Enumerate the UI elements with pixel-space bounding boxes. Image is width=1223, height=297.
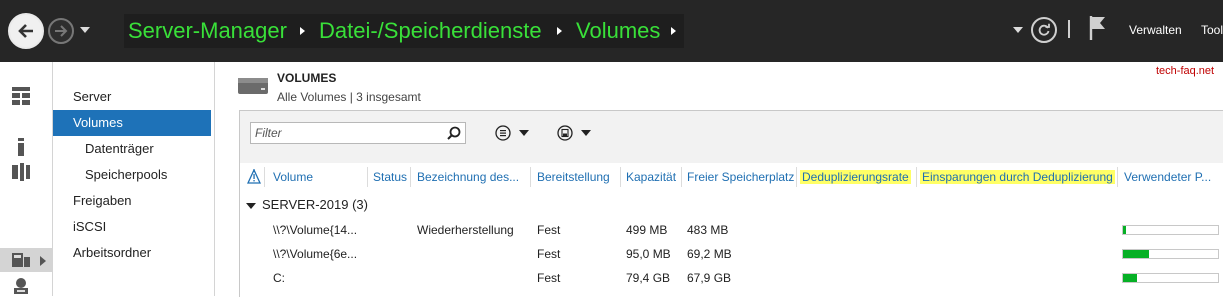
nav-item-label: Datenträger — [85, 141, 154, 156]
nav-item-label: Speicherpools — [85, 167, 168, 182]
arrow-right-icon — [55, 25, 68, 37]
nav-item-label: iSCSI — [73, 219, 107, 234]
local-server-icon[interactable] — [12, 138, 30, 156]
page-subtitle: Alle Volumes | 3 insgesamt — [277, 90, 421, 104]
flag-icon[interactable] — [1088, 14, 1108, 42]
nav-item-label: Server — [73, 89, 112, 104]
menu-tools[interactable]: Tool — [1201, 23, 1223, 37]
cell-capacity: 499 MB — [626, 223, 668, 237]
watermark-text: tech-faq.net — [1156, 65, 1215, 77]
volumes-tile: Volume Status Bezeichnung des... Bereits… — [239, 110, 1223, 297]
column-divider — [530, 167, 531, 187]
warning-icon[interactable] — [247, 169, 261, 185]
breadcrumb-separator-icon — [300, 27, 305, 35]
usage-bar-fill — [1123, 274, 1138, 282]
column-divider — [1117, 167, 1118, 187]
usage-bar-fill — [1123, 226, 1126, 234]
dashboard-icon[interactable] — [12, 87, 30, 105]
filter-box[interactable] — [250, 122, 466, 144]
forward-button[interactable] — [48, 18, 74, 44]
usage-bar-fill — [1123, 250, 1149, 258]
chevron-down-icon — [519, 130, 529, 136]
main-content: VOLUMES Alle Volumes | 3 insgesamt tech-… — [215, 62, 1223, 297]
cell-provisioning: Fest — [537, 271, 561, 285]
toolbar-divider — [1068, 20, 1070, 38]
save-icon — [557, 125, 573, 141]
breadcrumb-separator-icon — [671, 27, 676, 35]
navigation-panel: Server Volumes Datenträger Speicherpools… — [53, 62, 215, 296]
nav-item-label: Freigaben — [73, 193, 132, 208]
collapse-group-icon[interactable] — [246, 203, 256, 209]
column-header-dedup-rate[interactable]: Deduplizierungsrate — [800, 167, 911, 187]
column-header-label[interactable]: Bezeichnung des... — [417, 163, 519, 191]
group-header[interactable]: SERVER-2019 (3) — [262, 197, 368, 212]
arrow-left-icon — [18, 24, 33, 38]
volume-drive-icon — [238, 78, 268, 94]
cell-volume: \\?\Volume{14... — [273, 223, 358, 237]
breadcrumb-server-manager[interactable]: Server-Manager — [128, 14, 287, 48]
nav-item-datentraeger[interactable]: Datenträger — [53, 136, 211, 162]
list-view-button[interactable] — [495, 123, 529, 143]
nav-item-volumes[interactable]: Volumes — [53, 110, 211, 136]
breadcrumb-file-storage[interactable]: Datei-/Speicherdienste — [319, 14, 542, 48]
column-divider — [367, 167, 368, 187]
cell-volume: C: — [273, 271, 285, 285]
nav-item-server[interactable]: Server — [53, 84, 211, 110]
usage-bar — [1122, 225, 1219, 235]
column-divider — [681, 167, 682, 187]
tile-toolbar — [240, 111, 1223, 163]
column-header-volume[interactable]: Volume — [273, 163, 313, 191]
column-header-dedup-savings[interactable]: Einsparungen durch Deduplizierung — [920, 167, 1115, 187]
column-header-used-percent[interactable]: Verwendeter P... — [1124, 163, 1211, 191]
expand-arrow-icon[interactable] — [40, 256, 46, 266]
page-title: VOLUMES — [277, 71, 337, 85]
nav-item-iscsi[interactable]: iSCSI — [53, 214, 211, 240]
filter-input[interactable] — [251, 123, 435, 143]
nav-item-arbeitsordner[interactable]: Arbeitsordner — [53, 240, 211, 266]
cell-label: Wiederherstellung — [417, 223, 514, 237]
menu-verwalten[interactable]: Verwalten — [1129, 23, 1182, 37]
cell-capacity: 79,4 GB — [626, 271, 671, 285]
column-header-dedup-rate-label: Deduplizierungsrate — [800, 170, 911, 184]
chevron-down-icon — [581, 130, 591, 136]
refresh-icon — [1038, 23, 1050, 36]
refresh-button[interactable] — [1031, 17, 1057, 43]
nav-item-freigaben[interactable]: Freigaben — [53, 188, 211, 214]
column-divider — [410, 167, 411, 187]
column-divider — [264, 167, 265, 187]
column-header-free-space[interactable]: Freier Speicherplatz — [687, 163, 794, 191]
list-options-icon — [495, 125, 511, 141]
search-icon[interactable] — [447, 126, 461, 140]
chevron-down-icon[interactable] — [1013, 27, 1023, 33]
icon-strip — [0, 62, 53, 296]
column-divider — [916, 167, 917, 187]
column-header-status[interactable]: Status — [373, 163, 407, 191]
all-servers-icon[interactable] — [12, 163, 30, 181]
remote-access-icon[interactable] — [12, 277, 30, 295]
usage-bar — [1122, 249, 1219, 259]
column-header-provisioning[interactable]: Bereitstellung — [537, 163, 610, 191]
column-divider — [620, 167, 621, 187]
cell-free-space: 69,2 MB — [687, 247, 732, 261]
cell-capacity: 95,0 MB — [626, 247, 671, 261]
history-dropdown-icon[interactable] — [80, 27, 90, 33]
back-button[interactable] — [8, 13, 44, 49]
cell-free-space: 67,9 GB — [687, 271, 732, 285]
cell-volume: \\?\Volume{6e... — [273, 247, 358, 261]
column-divider — [796, 167, 797, 187]
column-header-dedup-savings-label: Einsparungen durch Deduplizierung — [920, 170, 1115, 184]
save-query-button[interactable] — [557, 123, 591, 143]
nav-item-speicherpools[interactable]: Speicherpools — [53, 162, 211, 188]
breadcrumb-separator-icon — [557, 27, 562, 35]
usage-bar — [1122, 273, 1219, 283]
nav-item-label: Volumes — [73, 115, 123, 130]
nav-item-label: Arbeitsordner — [73, 245, 152, 260]
cell-free-space: 483 MB — [687, 223, 729, 237]
file-storage-icon[interactable] — [12, 251, 30, 269]
cell-provisioning: Fest — [537, 223, 561, 237]
column-header-capacity[interactable]: Kapazität — [626, 163, 676, 191]
breadcrumb-volumes[interactable]: Volumes — [576, 14, 660, 48]
title-bar: Server-Manager Datei-/Speicherdienste Vo… — [0, 0, 1223, 62]
cell-provisioning: Fest — [537, 247, 561, 261]
